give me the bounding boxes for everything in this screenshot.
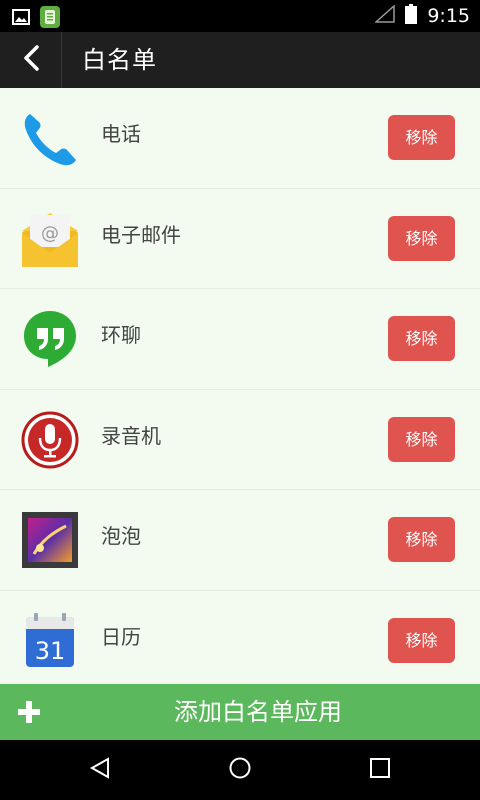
recents-nav-button[interactable] [362, 754, 398, 786]
app-name: 泡泡 [101, 524, 141, 548]
image-icon [12, 9, 30, 29]
battery-icon [405, 4, 418, 28]
back-button[interactable] [0, 32, 62, 88]
calendar-icon-number: 31 [35, 637, 66, 665]
add-whitelist-app-button[interactable]: 添加白名单应用 [0, 684, 480, 740]
voice-recorder-icon [20, 410, 80, 470]
recents-nav-icon [369, 757, 391, 783]
svg-text:@: @ [41, 223, 59, 244]
remove-button[interactable]: 移除 [388, 215, 455, 261]
app-name: 录音机 [101, 423, 161, 448]
app-name: 日历 [101, 624, 141, 649]
list-item: 环聊 移除 [0, 289, 480, 390]
home-nav-icon [228, 756, 252, 784]
list-item: 电话 移除 [0, 88, 480, 189]
android-notification-icon [40, 6, 60, 32]
remove-button[interactable]: 移除 [388, 517, 455, 562]
navigation-bar [0, 740, 480, 800]
remove-button[interactable]: 移除 [388, 416, 455, 462]
list-item: @ 电子邮件 移除 [0, 188, 480, 289]
notification-icons [12, 6, 60, 32]
remove-button[interactable]: 移除 [388, 115, 455, 160]
add-whitelist-app-label: 添加白名单应用 [174, 698, 342, 726]
remove-button[interactable]: 移除 [388, 617, 455, 663]
list-item: 31 日历 移除 [0, 590, 480, 684]
clock: 9:15 [427, 5, 470, 27]
title-bar: 白名单 [0, 32, 480, 88]
list-item: 泡泡 移除 [0, 490, 480, 591]
home-nav-button[interactable] [222, 754, 258, 786]
hangouts-icon [20, 309, 80, 369]
email-icon: @ [20, 209, 80, 269]
page-title: 白名单 [82, 46, 157, 74]
back-arrow-icon [22, 44, 40, 76]
status-icons: 9:15 [374, 0, 470, 32]
back-nav-icon [88, 756, 112, 784]
back-nav-button[interactable] [82, 754, 118, 786]
status-bar: 9:15 [0, 0, 480, 32]
signal-icon [374, 4, 396, 27]
remove-button[interactable]: 移除 [388, 316, 455, 361]
phone-icon [20, 108, 80, 168]
app-name: 电子邮件 [101, 222, 181, 247]
app-name: 电话 [101, 122, 141, 146]
whitelist-app-list: 电话 移除 @ 电子邮件 移除 环聊 移除 录音机 移除 泡泡 移除 31 日历… [0, 88, 480, 684]
app-name: 环聊 [101, 323, 141, 347]
calendar-icon: 31 [20, 611, 80, 671]
list-item: 录音机 移除 [0, 389, 480, 490]
bubbles-icon [20, 510, 80, 570]
